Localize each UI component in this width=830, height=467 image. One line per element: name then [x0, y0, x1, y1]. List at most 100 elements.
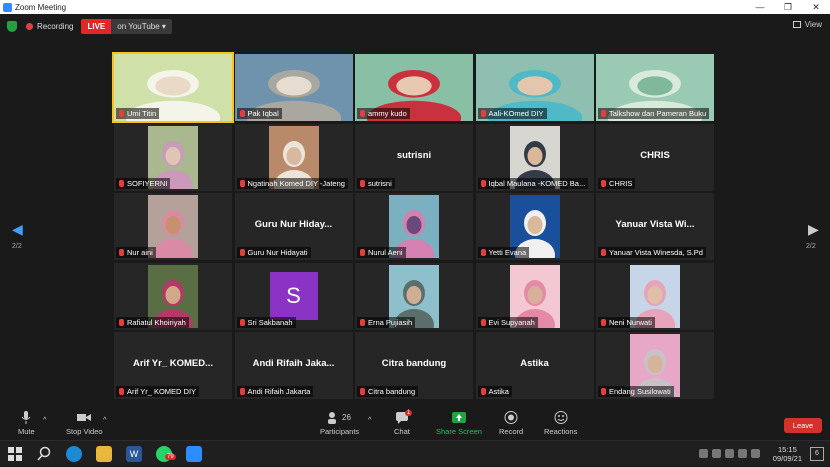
participant-tile[interactable]: Andi Rifaih Jaka... Andi Rifaih Jakarta: [234, 332, 353, 399]
clock-date: 09/09/21: [772, 454, 802, 463]
participant-tile[interactable]: Guru Nur Hiday... Guru Nur Hidayati: [234, 193, 353, 260]
word-icon[interactable]: W: [126, 446, 142, 462]
participant-name: Endang Susilowati: [609, 387, 671, 396]
participant-tile[interactable]: Rafiatul Khoiriyah: [114, 262, 232, 330]
audio-options-chevron-icon[interactable]: ^: [43, 415, 47, 424]
participant-tile[interactable]: Yetti Evana: [475, 193, 594, 260]
participant-name: Yanuar Vista Winesda, S.Pd: [609, 248, 703, 257]
participant-tile[interactable]: Aali-KOmed DIY: [475, 54, 594, 121]
participant-nameplate: Astika: [477, 386, 512, 397]
participant-tile[interactable]: Nur aini: [114, 193, 232, 260]
clock-time: 15:15: [778, 445, 797, 454]
leave-button[interactable]: Leave: [784, 418, 822, 433]
network-icon[interactable]: [725, 449, 734, 458]
participant-tile[interactable]: sutrisni sutrisni: [355, 123, 473, 191]
notification-center-icon[interactable]: 6: [810, 447, 824, 461]
participant-nameplate: Umi Titin: [116, 108, 160, 119]
participant-nameplate: Nurul Aeni: [357, 247, 406, 258]
participant-name: Citra bandung: [368, 387, 416, 396]
participant-tile[interactable]: Endang Susilowati: [596, 332, 714, 399]
participant-tile[interactable]: Talkshow dan Pameran Buku: [596, 54, 714, 121]
participant-name: Neni Nurwati: [609, 317, 652, 327]
participant-tile[interactable]: S Sri Sakbanah: [234, 262, 353, 330]
participant-nameplate: Andi Rifaih Jakarta: [236, 386, 314, 397]
reactions-button[interactable]: Reactions: [544, 411, 577, 436]
close-icon[interactable]: ✕: [802, 0, 830, 14]
muted-mic-icon: [480, 179, 486, 187]
participant-display-name: Astika: [520, 358, 549, 369]
search-icon[interactable]: [37, 446, 53, 462]
participant-tile[interactable]: Yanuar Vista Wi... Yanuar Vista Winesda, …: [596, 193, 714, 260]
muted-mic-icon: [601, 318, 606, 326]
page-indicator-left: 2/2: [12, 243, 22, 250]
zoom-taskbar-icon[interactable]: [186, 446, 202, 462]
participant-tile[interactable]: Umi Titin: [112, 52, 234, 123]
muted-mic-icon: [360, 388, 365, 395]
muted-mic-icon: [119, 318, 124, 326]
battery-icon[interactable]: [751, 449, 760, 458]
participant-nameplate: Sri Sakbanah: [236, 316, 296, 328]
participant-display-name: Guru Nur Hiday...: [254, 219, 333, 230]
participant-name: Iqbal Maulana -KOMED Ba...: [488, 178, 586, 188]
participant-name: Nurul Aeni: [368, 248, 403, 257]
participants-chevron-icon[interactable]: ^: [368, 415, 372, 424]
participant-nameplate: Nur aini: [116, 247, 156, 258]
muted-mic-icon: [360, 249, 365, 256]
participant-name: Talkshow dan Pameran Buku: [609, 109, 707, 118]
prev-page-arrow-icon[interactable]: ◀: [12, 221, 23, 238]
stop-video-button[interactable]: Stop Video: [66, 411, 103, 436]
security-shield-icon[interactable]: [7, 20, 17, 32]
edge-browser-icon[interactable]: [66, 446, 82, 462]
participant-tile[interactable]: Ngatinah Komed DIY -Jateng: [234, 123, 353, 191]
youtube-dropdown[interactable]: on YouTube ▾: [111, 18, 172, 34]
participant-nameplate: SOFIYERNI: [116, 177, 171, 189]
participant-tile[interactable]: CHRIS CHRIS: [596, 123, 714, 191]
participant-tile[interactable]: Neni Nurwati: [596, 262, 714, 330]
muted-mic-icon: [601, 110, 606, 117]
video-camera-icon: [77, 411, 92, 424]
minimize-icon[interactable]: —: [746, 0, 774, 14]
record-button[interactable]: Record: [499, 411, 523, 436]
participant-nameplate: sutrisni: [357, 177, 395, 189]
participant-tile[interactable]: Pak Iqbal: [234, 54, 353, 121]
zoom-logo-icon: [3, 2, 12, 12]
participants-button[interactable]: 26 Participants: [320, 411, 359, 436]
participant-display-name: Yanuar Vista Wi...: [615, 219, 695, 230]
video-options-chevron-icon[interactable]: ^: [103, 415, 107, 424]
participant-tile[interactable]: Iqbal Maulana -KOMED Ba...: [475, 123, 594, 191]
muted-mic-icon: [119, 249, 124, 256]
share-screen-button[interactable]: Share Screen: [436, 411, 482, 436]
share-screen-icon: [451, 411, 466, 424]
maximize-icon[interactable]: ❐: [774, 0, 802, 14]
chevron-up-icon[interactable]: [712, 449, 721, 458]
participant-tile[interactable]: ammy kudo: [355, 54, 473, 121]
participant-tile[interactable]: Astika Astika: [475, 332, 594, 399]
participant-avatar: S: [269, 271, 318, 320]
participant-tile[interactable]: SOFIYERNI: [114, 123, 232, 191]
gallery-view-icon: [792, 21, 801, 28]
live-badge[interactable]: LIVE: [81, 18, 112, 34]
mute-button[interactable]: Mute: [18, 411, 35, 436]
muted-mic-icon: [480, 388, 486, 395]
window-titlebar: Zoom Meeting — ❐ ✕: [0, 0, 830, 14]
participant-tile[interactable]: Nurul Aeni: [355, 193, 473, 260]
participant-display-name: Andi Rifaih Jaka...: [252, 358, 335, 369]
muted-mic-icon: [601, 179, 606, 187]
record-icon: [504, 411, 518, 424]
muted-mic-icon: [239, 110, 245, 117]
view-button[interactable]: View: [792, 20, 822, 29]
muted-mic-icon: [601, 388, 606, 395]
windows-start-icon[interactable]: [8, 447, 22, 461]
participant-tile[interactable]: Evi Supyanah: [475, 262, 594, 330]
file-explorer-icon[interactable]: [96, 446, 112, 462]
participant-nameplate: Rafiatul Khoiriyah: [116, 316, 189, 328]
participant-tile[interactable]: Arif Yr_ KOMED... Arif Yr_ KOMED DIY: [114, 332, 232, 399]
participant-tile[interactable]: Erna Pujiasih: [355, 262, 473, 330]
tray-app-icon[interactable]: [699, 449, 708, 458]
participant-display-name: sutrisni: [396, 149, 432, 161]
recording-indicator[interactable]: Recording: [26, 22, 73, 31]
participant-tile[interactable]: Citra bandung Citra bandung: [355, 332, 473, 399]
next-page-arrow-icon[interactable]: ▶: [808, 221, 819, 238]
volume-icon[interactable]: [738, 449, 747, 458]
taskbar-clock[interactable]: 15:15 09/09/21: [773, 445, 802, 463]
